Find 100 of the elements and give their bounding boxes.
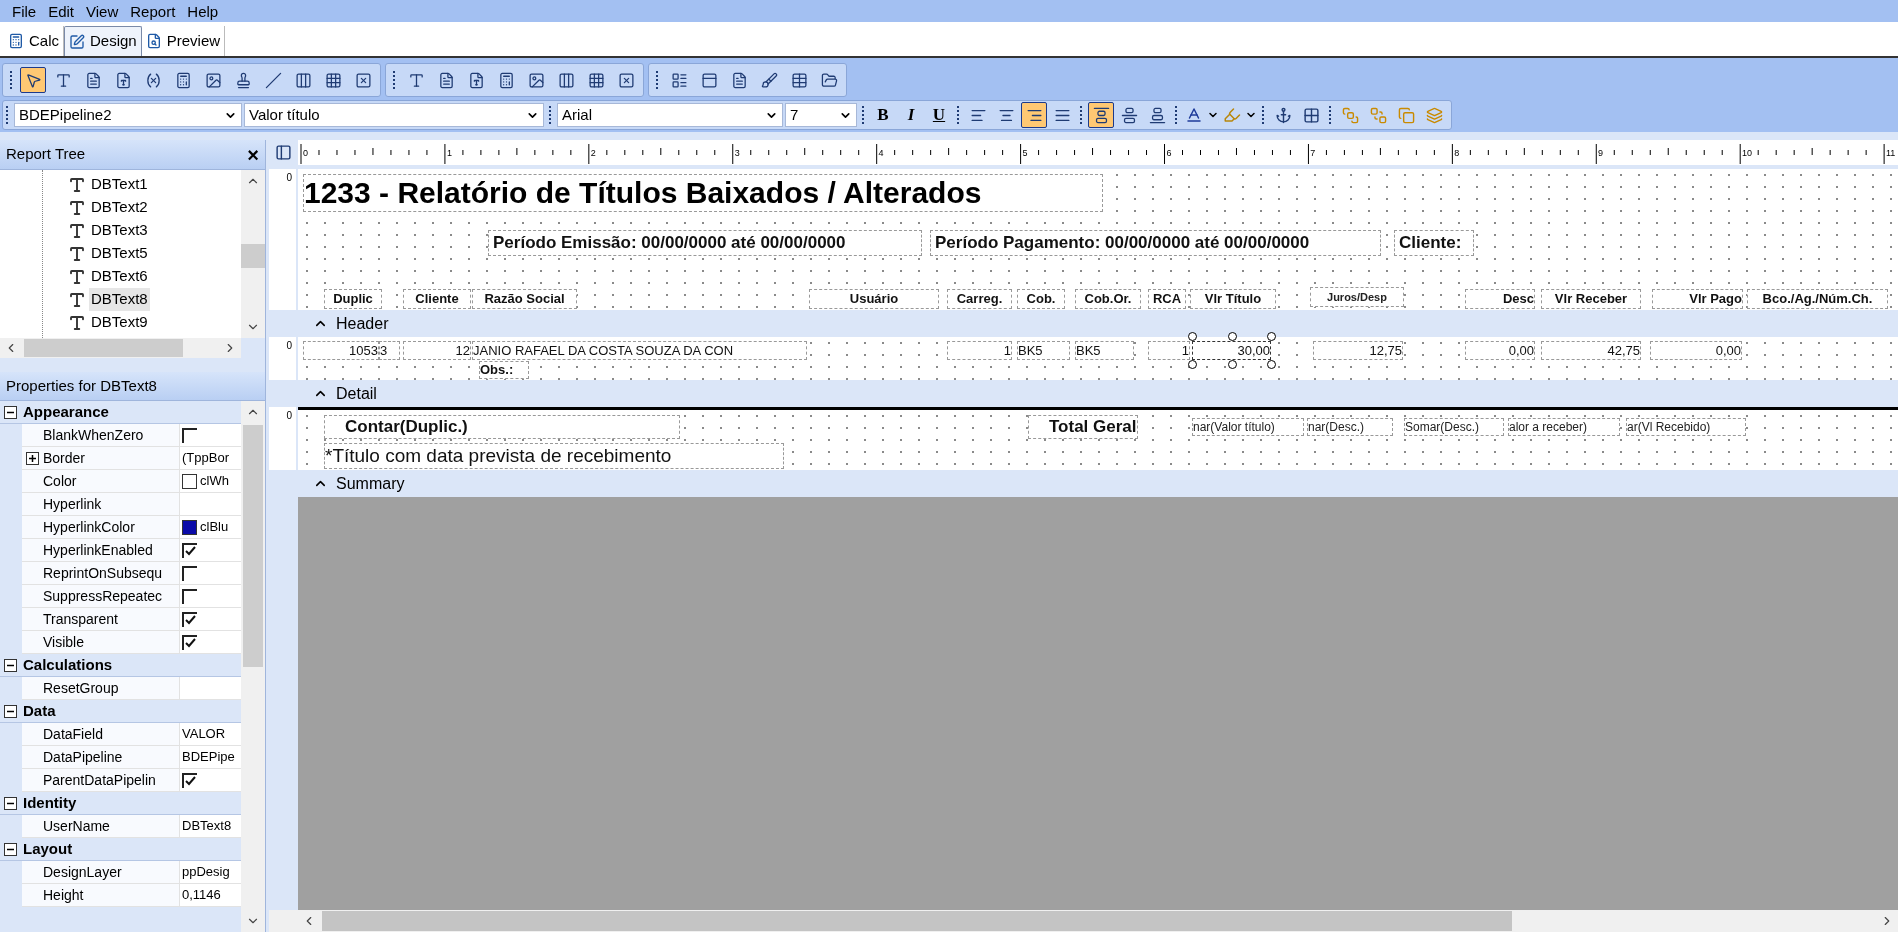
- checkbox[interactable]: [182, 542, 197, 558]
- report-text[interactable]: *Título com data prevista de recebimento: [324, 443, 784, 469]
- collapse-toggle-icon[interactable]: [4, 704, 17, 718]
- report-text[interactable]: Somar(Desc.): [1404, 418, 1504, 436]
- property-value[interactable]: clWh: [200, 471, 229, 491]
- tree-item[interactable]: DBText6: [89, 265, 150, 288]
- scrollbar-thumb[interactable]: [243, 425, 263, 667]
- property-value[interactable]: (TppBor: [182, 448, 229, 468]
- report-text[interactable]: BK5: [1017, 341, 1070, 360]
- report-text[interactable]: BK5: [1075, 341, 1134, 360]
- report-text[interactable]: 0,00: [1465, 341, 1535, 360]
- report-text[interactable]: Usuário: [809, 289, 939, 309]
- property-group[interactable]: Layout: [23, 837, 73, 861]
- report-text[interactable]: 0,00: [1650, 341, 1742, 360]
- collapse-toggle-icon[interactable]: [4, 842, 17, 856]
- report-text[interactable]: Período Pagamento: 00/00/0000 até 00/00/0000: [930, 230, 1381, 256]
- report-text[interactable]: Cob.Or.: [1075, 289, 1141, 309]
- report-text[interactable]: Razão Social: [472, 289, 577, 309]
- report-text[interactable]: JANIO RAFAEL DA COSTA SOUZA DA CON: [472, 341, 807, 360]
- property-value[interactable]: BDEPipe: [182, 747, 235, 767]
- tab[interactable]: Design: [64, 26, 142, 56]
- report-text[interactable]: nar(Valor título): [1192, 418, 1304, 436]
- report-text[interactable]: 1053: [303, 341, 379, 360]
- toolbar-button[interactable]: [20, 67, 46, 93]
- report-text[interactable]: Vlr Receber: [1541, 289, 1641, 309]
- checkbox[interactable]: [182, 611, 197, 627]
- report-text[interactable]: 1: [1148, 341, 1190, 360]
- panel-toggle-icon[interactable]: [275, 144, 292, 161]
- property-group[interactable]: Data: [23, 699, 56, 723]
- dropdown-field[interactable]: BDEPipeline2: [14, 103, 242, 127]
- property-value[interactable]: clBlu: [200, 517, 229, 537]
- report-text[interactable]: 1233 - Relatório de Títulos Baixados / Alterados: [303, 174, 1103, 212]
- property-group[interactable]: Identity: [23, 791, 77, 815]
- tree-item[interactable]: DBText1: [89, 173, 150, 196]
- menu-item[interactable]: Help: [187, 3, 219, 19]
- report-text[interactable]: Período Emissão: 00/00/0000 até 00/00/0000: [488, 230, 922, 256]
- tree-item[interactable]: DBText5: [89, 242, 150, 265]
- property-value[interactable]: DBText8: [182, 816, 232, 836]
- checkbox[interactable]: [182, 565, 197, 581]
- checkbox[interactable]: [182, 427, 197, 443]
- resize-handle[interactable]: [1227, 332, 1237, 341]
- report-text[interactable]: Cliente: [403, 289, 471, 309]
- horizontal-scrollbar[interactable]: [0, 338, 241, 358]
- report-text[interactable]: Vlr Pago: [1652, 289, 1743, 309]
- resize-handle[interactable]: [1188, 360, 1197, 369]
- font-style-button[interactable]: B: [870, 102, 896, 128]
- menu-item[interactable]: Report: [130, 3, 176, 19]
- report-text[interactable]: Bco./Ag./Núm.Ch.: [1747, 289, 1888, 309]
- font-style-button[interactable]: U: [926, 102, 952, 128]
- toolbar-button[interactable]: [1088, 102, 1114, 128]
- horizontal-scrollbar[interactable]: [269, 910, 1898, 932]
- report-text[interactable]: Duplic: [324, 289, 382, 309]
- report-text[interactable]: 1: [947, 341, 1012, 360]
- menu-item[interactable]: View: [86, 3, 119, 19]
- report-text[interactable]: RCA: [1148, 289, 1186, 309]
- report-text[interactable]: nar(Desc.): [1307, 418, 1393, 436]
- checkbox[interactable]: [182, 588, 197, 604]
- report-text[interactable]: Juros/Desp: [1310, 287, 1404, 307]
- scrollbar-thumb[interactable]: [241, 244, 265, 268]
- report-text[interactable]: alor a receber): [1508, 418, 1620, 436]
- property-value[interactable]: 0,1146: [182, 885, 221, 905]
- property-group[interactable]: Appearance: [23, 401, 109, 424]
- checkbox[interactable]: [182, 634, 197, 650]
- property-value[interactable]: ppDesig: [182, 862, 230, 882]
- tab[interactable]: Preview: [141, 26, 226, 56]
- report-text[interactable]: Obs.:: [479, 361, 529, 379]
- report-text[interactable]: Contar(Duplic.): [324, 415, 680, 439]
- font-style-button[interactable]: I: [898, 102, 924, 128]
- report-text[interactable]: Vlr Título: [1190, 289, 1276, 309]
- resize-handle[interactable]: [1267, 332, 1276, 341]
- report-text[interactable]: Carreg.: [947, 289, 1012, 309]
- toolbar-button[interactable]: [1021, 102, 1047, 128]
- tree-item[interactable]: DBText9: [89, 311, 150, 334]
- collapse-toggle-icon[interactable]: [4, 796, 17, 810]
- expand-toggle-icon[interactable]: [26, 451, 39, 465]
- resize-handle[interactable]: [1267, 360, 1276, 369]
- dropdown-field[interactable]: Valor título: [244, 103, 544, 127]
- dropdown-field[interactable]: Arial: [557, 103, 783, 127]
- report-text[interactable]: Total Geral: [1028, 415, 1138, 439]
- resize-handle[interactable]: [1188, 332, 1197, 341]
- property-value[interactable]: VALOR: [182, 724, 226, 744]
- scrollbar-thumb[interactable]: [322, 911, 1512, 931]
- collapse-toggle-icon[interactable]: [4, 405, 17, 419]
- checkbox[interactable]: [182, 772, 197, 788]
- tree-item[interactable]: DBText3: [89, 219, 150, 242]
- report-text[interactable]: 3: [379, 341, 400, 360]
- dropdown-field[interactable]: 7: [785, 103, 857, 127]
- report-text[interactable]: 42,75: [1541, 341, 1641, 360]
- report-text[interactable]: ar(Vl Recebido): [1626, 418, 1746, 436]
- close-button[interactable]: ×: [247, 144, 259, 165]
- report-text[interactable]: Cob.: [1017, 289, 1065, 309]
- tree-item[interactable]: DBText2: [89, 196, 150, 219]
- scrollbar-thumb[interactable]: [24, 339, 183, 357]
- report-text[interactable]: 12: [403, 341, 471, 360]
- report-text[interactable]: 12,75: [1313, 341, 1403, 360]
- report-text[interactable]: Desc: [1465, 289, 1535, 309]
- tree-item[interactable]: DBText8: [89, 288, 150, 311]
- report-text[interactable]: 30,00: [1192, 341, 1271, 360]
- resize-handle[interactable]: [1227, 360, 1237, 369]
- vertical-scrollbar[interactable]: [241, 170, 265, 338]
